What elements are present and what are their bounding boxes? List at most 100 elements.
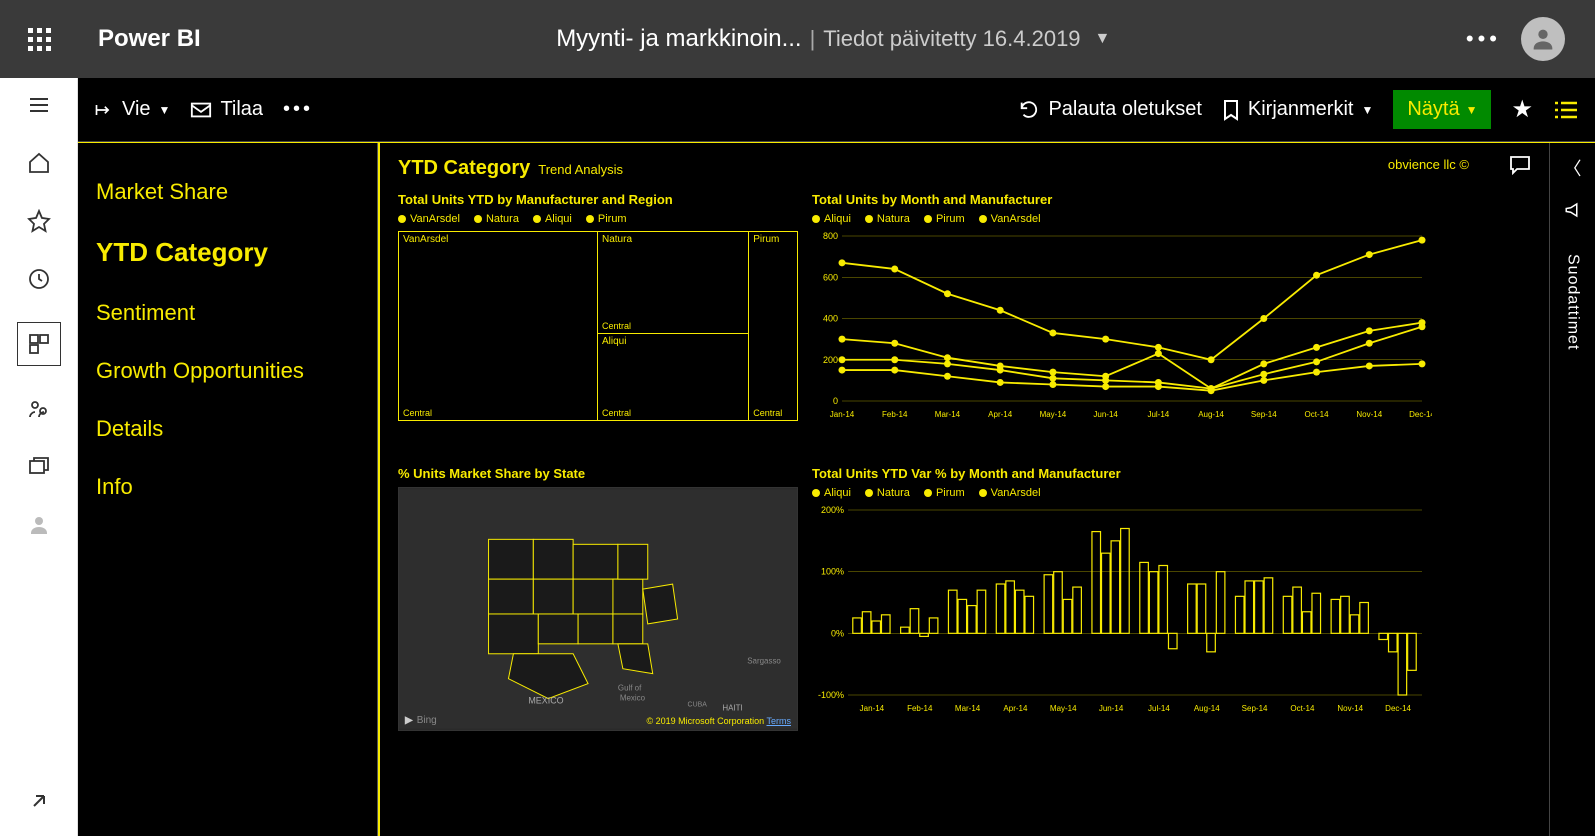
tm-region-central: Central — [602, 408, 631, 418]
bookmarks-button[interactable]: Kirjanmerkit ▼ — [1222, 98, 1373, 121]
usa-map-svg: MEXICO Gulf of Mexico Sargasso HAITI CUB… — [399, 488, 797, 730]
comment-button[interactable] — [1509, 155, 1531, 181]
waffle-icon — [28, 28, 51, 51]
my-workspace-icon[interactable] — [24, 510, 54, 540]
bar-chart-title: Total Units YTD Var % by Month and Manuf… — [812, 466, 1531, 481]
tm-region-central: Central — [403, 408, 432, 418]
export-button[interactable]: Vie ▼ — [94, 98, 170, 121]
tm-cell-vanardel: VanArsdel — [403, 234, 448, 245]
line-chart-visual[interactable]: Total Units by Month and Manufacturer Al… — [812, 192, 1531, 452]
svg-text:Feb-14: Feb-14 — [882, 410, 908, 419]
recent-clock-icon[interactable] — [24, 264, 54, 294]
svg-text:Oct-14: Oct-14 — [1305, 410, 1330, 419]
map-body: MEXICO Gulf of Mexico Sargasso HAITI CUB… — [398, 487, 798, 731]
last-updated: Tiedot päivitetty 16.4.2019 — [823, 26, 1080, 52]
bar-chart-visual[interactable]: Total Units YTD Var % by Month and Manuf… — [812, 466, 1531, 746]
mail-icon — [190, 101, 212, 119]
page-tab-sentiment[interactable]: Sentiment — [96, 284, 359, 342]
undo-icon — [1018, 99, 1040, 121]
filters-label: Suodattimet — [1564, 254, 1582, 350]
svg-text:-100%: -100% — [818, 690, 844, 700]
svg-text:0: 0 — [833, 396, 838, 406]
list-view-button[interactable] — [1553, 100, 1579, 120]
user-avatar[interactable] — [1521, 17, 1565, 61]
svg-text:100%: 100% — [821, 567, 844, 577]
map-attribution: ▶Bing — [405, 715, 437, 726]
legend-pirum: Pirum — [936, 213, 965, 225]
legend-aliqui: Aliqui — [545, 213, 572, 225]
svg-text:0%: 0% — [831, 628, 844, 638]
more-actions-button[interactable]: ••• — [283, 98, 313, 121]
svg-text:Jan-14: Jan-14 — [860, 704, 885, 713]
svg-text:Jul-14: Jul-14 — [1148, 704, 1170, 713]
map-credits: © 2019 Microsoft Corporation Terms — [646, 716, 791, 726]
svg-text:800: 800 — [823, 231, 838, 241]
expand-arrow-icon[interactable] — [24, 786, 54, 816]
chevron-down-icon: ▼ — [1466, 103, 1478, 117]
terms-link[interactable]: Terms — [767, 716, 792, 726]
tm-cell-natura: Natura — [602, 234, 632, 245]
report-name: Myynti- ja markkinoin... — [556, 25, 801, 53]
svg-text:Dec-14: Dec-14 — [1385, 704, 1411, 713]
svg-text:Jan-14: Jan-14 — [830, 410, 855, 419]
legend-natura: Natura — [486, 213, 519, 225]
legend-vanardel: VanArsdel — [991, 487, 1041, 499]
header-breadcrumb[interactable]: Myynti- ja markkinoin... | Tiedot päivit… — [201, 25, 1466, 53]
legend-natura: Natura — [877, 213, 910, 225]
legend-natura: Natura — [877, 487, 910, 499]
separator: | — [810, 26, 816, 52]
svg-text:Dec-14: Dec-14 — [1409, 410, 1432, 419]
tm-region-central: Central — [753, 408, 782, 418]
svg-text:Jun-14: Jun-14 — [1099, 704, 1124, 713]
workspaces-icon[interactable] — [24, 452, 54, 482]
home-icon[interactable] — [24, 148, 54, 178]
favorites-star-icon[interactable] — [24, 206, 54, 236]
svg-text:Jul-14: Jul-14 — [1147, 410, 1169, 419]
page-tab-growth-opportunities[interactable]: Growth Opportunities — [96, 342, 359, 400]
hamburger-icon[interactable] — [24, 90, 54, 120]
copyright-label: obvience llc © — [1388, 157, 1469, 172]
legend-pirum: Pirum — [598, 213, 627, 225]
svg-text:Mar-14: Mar-14 — [935, 410, 961, 419]
line-chart-title: Total Units by Month and Manufacturer — [812, 192, 1531, 207]
view-button[interactable]: Näytä ▼ — [1393, 90, 1491, 129]
more-options-icon[interactable]: ••• — [1466, 26, 1501, 52]
page-tab-info[interactable]: Info — [96, 458, 359, 516]
page-tab-market-share[interactable]: Market Share — [96, 163, 359, 221]
subscribe-button[interactable]: Tilaa — [190, 98, 263, 121]
star-icon: ★ — [1511, 95, 1533, 124]
legend-vanardel: VanArsdel — [410, 213, 460, 225]
chevron-left-icon: 〈 — [1564, 155, 1582, 181]
legend-aliqui: Aliqui — [824, 487, 851, 499]
svg-text:Aug-14: Aug-14 — [1194, 704, 1220, 713]
report-canvas: YTD Category Trend Analysis obvience llc… — [378, 143, 1549, 836]
subscribe-label: Tilaa — [220, 98, 263, 121]
svg-text:Jun-14: Jun-14 — [1093, 410, 1118, 419]
megaphone-icon — [1564, 201, 1582, 224]
svg-text:Mexico: Mexico — [620, 694, 646, 703]
page-tab-details[interactable]: Details — [96, 400, 359, 458]
ellipsis-icon: ••• — [283, 98, 313, 121]
map-visual[interactable]: % Units Market Share by State — [398, 466, 798, 746]
favorite-button[interactable]: ★ — [1511, 95, 1533, 124]
page-tab-ytd-category[interactable]: YTD Category — [96, 221, 359, 284]
svg-text:Feb-14: Feb-14 — [907, 704, 933, 713]
svg-text:200%: 200% — [821, 505, 844, 515]
page-title: YTD Category — [398, 157, 530, 180]
left-nav — [0, 78, 78, 836]
reset-button[interactable]: Palauta oletukset — [1018, 98, 1201, 121]
filters-panel[interactable]: 〈 Suodattimet — [1549, 143, 1595, 836]
shared-icon[interactable] — [24, 394, 54, 424]
tm-cell-pirum: Pirum — [753, 234, 779, 245]
treemap-visual[interactable]: Total Units YTD by Manufacturer and Regi… — [398, 192, 798, 452]
action-bar: Vie ▼ Tilaa ••• Palauta oletukset Kirjan… — [78, 78, 1595, 142]
treemap-title: Total Units YTD by Manufacturer and Regi… — [398, 192, 798, 207]
map-title: % Units Market Share by State — [398, 466, 798, 481]
apps-icon[interactable] — [17, 322, 61, 366]
line-legend: Aliqui Natura Pirum VanArsdel — [812, 213, 1531, 225]
tm-region-central: Central — [602, 321, 631, 331]
bar-chart-svg: -100%0%100%200%Jan-14Feb-14Mar-14Apr-14M… — [812, 505, 1432, 715]
app-launcher[interactable] — [0, 28, 78, 51]
export-icon — [94, 101, 114, 119]
svg-text:May-14: May-14 — [1040, 410, 1067, 419]
